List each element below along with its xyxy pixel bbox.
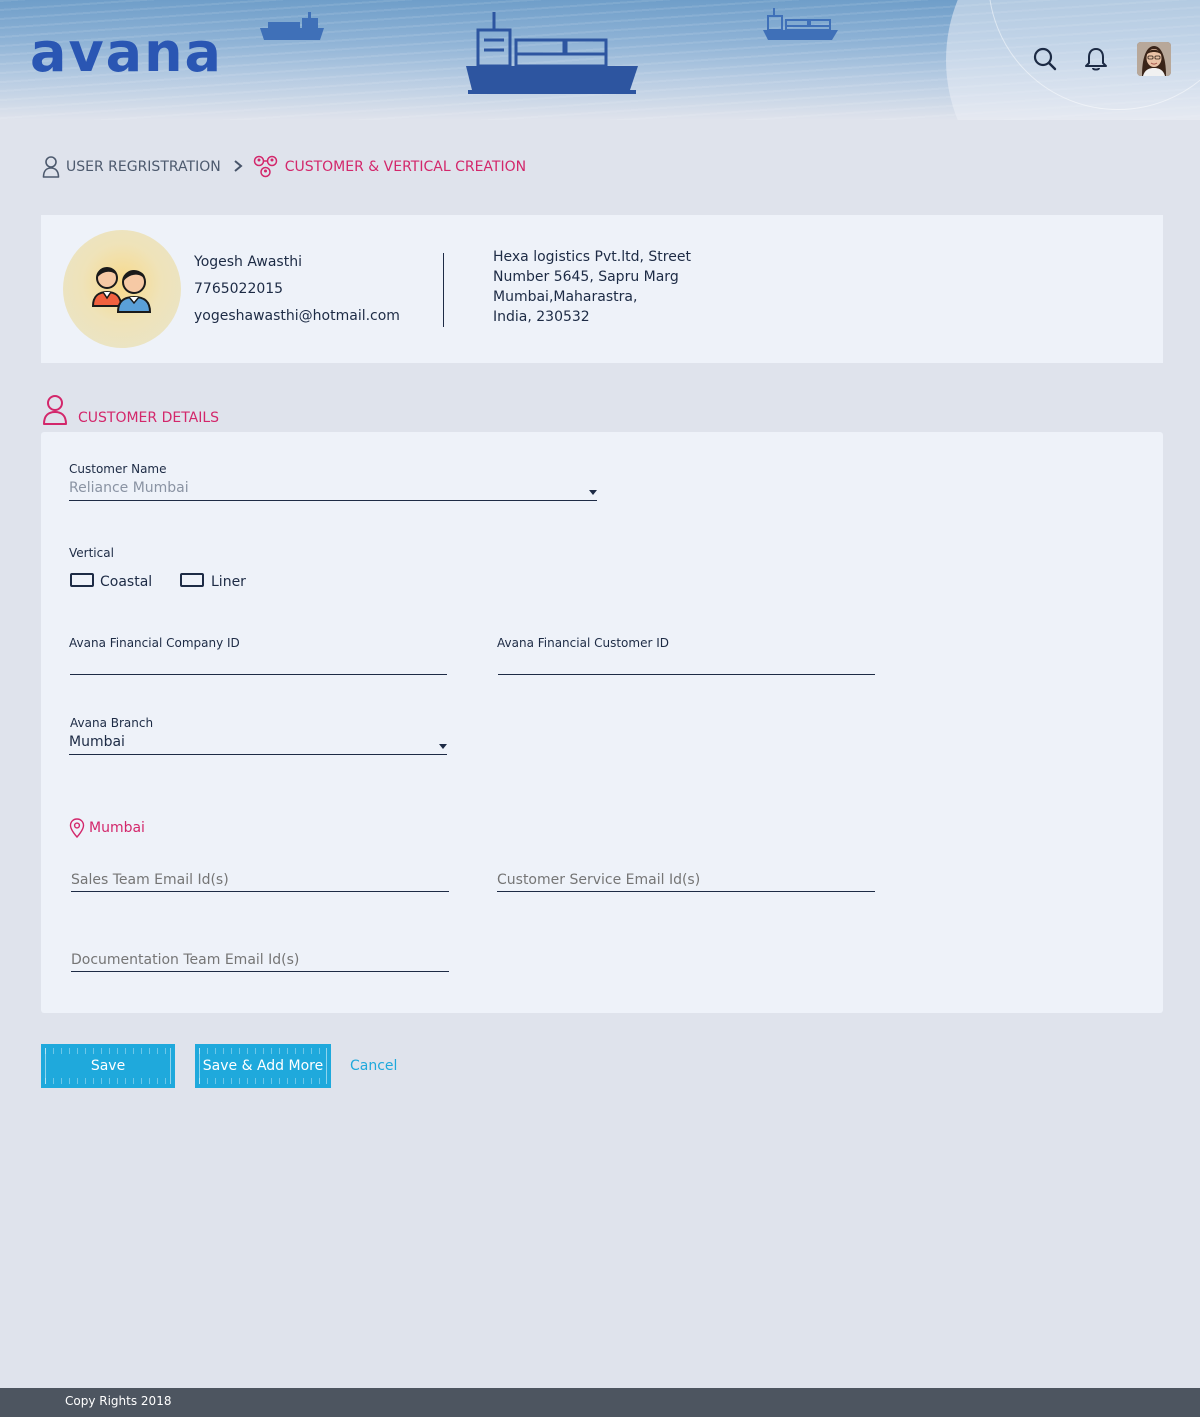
profile-contact-info: Yogesh Awasthi 7765022015 yogeshawasthi@…: [194, 251, 400, 332]
section-title: CUSTOMER DETAILS: [78, 410, 220, 426]
save-and-add-more-label: Save & Add More: [202, 1058, 324, 1074]
users-group-icon: [91, 267, 152, 313]
company-id-underline: [70, 674, 447, 675]
liner-checkbox-label: Liner: [211, 574, 246, 590]
profile-email: yogeshawasthi@hotmail.com: [194, 308, 400, 324]
address-line: Number 5645, Sapru Marg: [493, 269, 679, 285]
profile-avatar: [63, 230, 181, 348]
address-line: Mumbai,Maharastra,: [493, 289, 638, 305]
copyright-text: Copy Rights 2018: [65, 1394, 172, 1408]
chevron-right-icon: [233, 158, 243, 177]
breadcrumb: USER REGRISTRATION CUSTOMER & VERTICAL C…: [42, 152, 526, 182]
breadcrumb-label: CUSTOMER & VERTICAL CREATION: [284, 159, 527, 175]
avana-logo[interactable]: avana: [30, 26, 223, 80]
vertical-divider: [443, 253, 444, 327]
company-id-label: Avana Financial Company ID: [69, 636, 240, 650]
company-id-input[interactable]: [69, 652, 447, 674]
customer-name-label: Customer Name: [69, 462, 167, 476]
sales-email-underline: [71, 891, 449, 892]
branch-underline: [69, 754, 447, 755]
branch-label: Avana Branch: [70, 716, 154, 730]
customer-name-underline: [69, 500, 597, 501]
breadcrumb-label: USER REGRISTRATION: [66, 159, 221, 175]
branch-select[interactable]: Mumbai: [69, 734, 125, 750]
footer: Copy Rights 2018: [0, 1388, 1200, 1417]
chevron-down-icon[interactable]: [589, 490, 597, 495]
save-and-add-more-button[interactable]: Save & Add More: [195, 1044, 331, 1088]
address-line: India, 230532: [493, 309, 590, 325]
header-banner: avana: [0, 0, 1200, 120]
profile-summary-card: Yogesh Awasthi 7765022015 yogeshawasthi@…: [41, 215, 1163, 363]
customer-details-form: Customer Name Reliance Mumbai Vertical C…: [41, 432, 1163, 1013]
bell-icon[interactable]: [1083, 46, 1109, 72]
documentation-team-email-input[interactable]: [71, 948, 449, 972]
ship-illustration-large: [466, 12, 638, 94]
customer-id-underline: [498, 674, 875, 675]
save-button-label: Save: [90, 1058, 126, 1074]
doc-email-underline: [71, 971, 449, 972]
ship-illustration-small-right: [763, 8, 838, 40]
coastal-checkbox[interactable]: [70, 573, 94, 587]
branch-location: Mumbai: [69, 818, 145, 838]
search-icon[interactable]: [1032, 46, 1058, 72]
user-outline-icon: [43, 395, 67, 425]
profile-phone: 7765022015: [194, 281, 284, 297]
chevron-down-icon[interactable]: [439, 744, 447, 749]
vertical-label: Vertical: [69, 546, 114, 560]
customer-id-input[interactable]: [497, 652, 875, 674]
liner-checkbox[interactable]: [180, 573, 204, 587]
cancel-link[interactable]: Cancel: [350, 1058, 397, 1074]
location-label: Mumbai: [89, 820, 145, 836]
ship-illustration-small-left: [260, 12, 324, 40]
coastal-checkbox-label: Coastal: [100, 574, 153, 590]
profile-name: Yogesh Awasthi: [194, 254, 302, 270]
address-line: Hexa logistics Pvt.ltd, Street: [493, 249, 691, 265]
user-outline-icon: [42, 156, 60, 178]
save-button[interactable]: Save: [41, 1044, 175, 1088]
profile-address: Hexa logistics Pvt.ltd, Street Number 56…: [493, 247, 713, 327]
group-network-icon: [253, 155, 277, 178]
breadcrumb-customer-vertical-creation[interactable]: CUSTOMER & VERTICAL CREATION: [253, 154, 526, 180]
sales-team-email-input[interactable]: [71, 868, 449, 892]
customer-name-select[interactable]: Reliance Mumbai: [69, 480, 189, 496]
location-pin-icon: [69, 818, 85, 838]
customer-id-label: Avana Financial Customer ID: [497, 636, 669, 650]
customer-service-email-input[interactable]: [497, 868, 875, 892]
breadcrumb-user-registration[interactable]: USER REGRISTRATION: [42, 155, 221, 179]
user-avatar[interactable]: [1137, 42, 1171, 76]
section-header-customer-details: CUSTOMER DETAILS: [42, 394, 219, 426]
cs-email-underline: [497, 891, 875, 892]
